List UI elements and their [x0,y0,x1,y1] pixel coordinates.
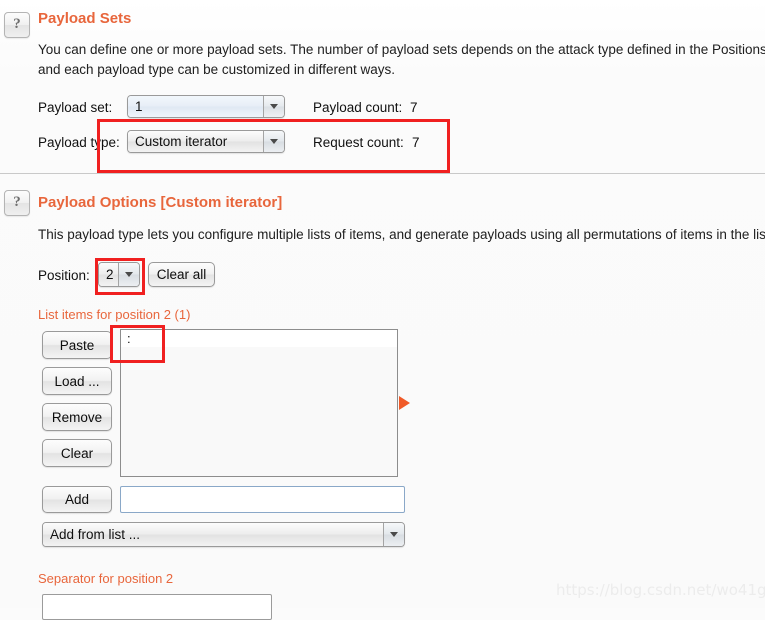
list-items-label: List items for position 2 (1) [38,307,191,322]
request-count-value: 7 [412,135,420,150]
payload-type-label: Payload type: [38,135,120,150]
payload-count-value: 7 [410,100,418,115]
request-count-label: Request count: [313,135,404,150]
chevron-down-icon[interactable] [383,523,404,546]
payload-set-label: Payload set: [38,100,113,115]
separator-label: Separator for position 2 [38,571,174,586]
section-divider [0,173,765,174]
position-dropdown[interactable]: 2 [98,262,140,287]
payload-options-description: This payload type lets you configure mul… [38,227,765,242]
payload-sets-description-line-1: You can define one or more payload sets.… [38,42,765,57]
add-from-list-dropdown[interactable]: Add from list ... [42,522,405,547]
payload-type-value: Custom iterator [128,131,263,152]
help-icon-payload-options[interactable]: ? [4,190,30,216]
watermark: https://blog.csdn.net/wo41ge [556,581,765,599]
remove-button[interactable]: Remove [42,403,112,431]
payload-list[interactable]: : [120,329,398,477]
add-item-input[interactable] [120,486,405,513]
position-value: 2 [99,263,118,286]
clear-button[interactable]: Clear [42,439,112,467]
payload-type-dropdown[interactable]: Custom iterator [127,130,285,153]
payload-sets-description-line-2: and each payload type can be customized … [38,62,395,77]
list-item[interactable]: : [121,330,397,347]
chevron-down-icon[interactable] [263,96,284,117]
payload-set-value: 1 [128,96,263,117]
clear-all-button[interactable]: Clear all [148,262,215,287]
paste-button[interactable]: Paste [42,331,112,359]
payload-options-heading: Payload Options [Custom iterator] [38,194,283,211]
load-button[interactable]: Load ... [42,367,112,395]
help-icon-payload-sets[interactable]: ? [4,12,30,38]
payload-count-label: Payload count: [313,100,403,115]
add-from-list-value: Add from list ... [43,523,383,546]
add-button[interactable]: Add [42,486,112,513]
payloads-tab-panel: ? Payload Sets You can define one or mor… [0,0,765,620]
payload-sets-heading: Payload Sets [38,10,132,27]
position-label: Position: [38,268,90,283]
separator-input[interactable] [42,594,272,620]
play-arrow-icon [399,396,410,410]
payload-set-dropdown[interactable]: 1 [127,95,285,118]
chevron-down-icon[interactable] [118,263,139,286]
chevron-down-icon[interactable] [263,131,284,152]
